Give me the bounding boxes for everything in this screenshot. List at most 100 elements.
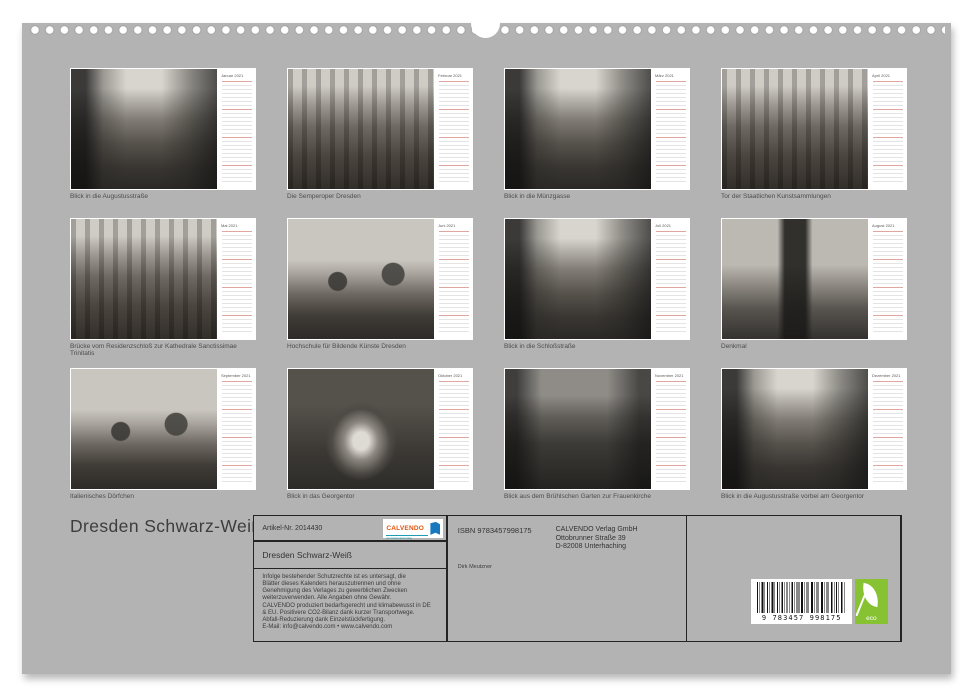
- day-lines: [656, 81, 686, 183]
- month-card-march: März 2021 Blick in die Münzgasse: [504, 68, 690, 218]
- legal-line: Abfall-Reduzierung dank Einzelstückferti…: [262, 617, 442, 624]
- month-label: April 2021: [869, 69, 906, 80]
- calendar-pad: Mai 2021: [218, 219, 255, 339]
- product-info-table: Artikel-Nr. 2014430 CALVENDO der Kalende…: [253, 515, 902, 642]
- month-label: Dezember 2021: [869, 369, 906, 380]
- month-label: Oktober 2021: [435, 369, 472, 380]
- month-caption: Blick aus dem Brühlschen Garten zur Frau…: [504, 493, 690, 500]
- month-photo: [71, 219, 217, 339]
- calvendo-flag-icon: [430, 522, 440, 535]
- month-card-december: Dezember 2021 Blick in die Augustusstraß…: [721, 368, 907, 518]
- month-caption: Die Semperoper Dresden: [287, 193, 473, 200]
- day-lines: [222, 381, 252, 483]
- day-lines: [873, 381, 903, 483]
- month-label: Februar 2021: [435, 69, 472, 80]
- ean-barcode: 9 783457 998175: [751, 579, 852, 624]
- legal-line: Infolge bestehender Schutzrechte ist es …: [262, 574, 442, 581]
- calendar-back-page: Januar 2021 Blick in die Augustusstraße …: [22, 23, 951, 674]
- month-card-october: Oktober 2021 Blick in das Georgentor: [287, 368, 473, 518]
- month-label: Mai 2021: [218, 219, 255, 230]
- month-card-april: April 2021 Tor der Staatlichen Kunstsamm…: [721, 68, 907, 218]
- calendar-pad: September 2021: [218, 369, 255, 489]
- calendar-pad: November 2021: [652, 369, 689, 489]
- barcode-bars: [757, 582, 846, 613]
- month-card-november: November 2021 Blick aus dem Brühlschen G…: [504, 368, 690, 518]
- month-card-may: Mai 2021 Brücke vom Residenzschloß zur K…: [70, 218, 256, 368]
- product-title-row: Dresden Schwarz-Weiß: [254, 542, 446, 568]
- page-title: Dresden Schwarz-Weiß: [70, 516, 262, 537]
- month-caption: Tor der Staatlichen Kunstsammlungen: [721, 193, 907, 200]
- calendar-pad: August 2021: [869, 219, 906, 339]
- month-caption: Denkmal: [721, 343, 907, 350]
- day-lines: [873, 81, 903, 183]
- month-photo: [288, 69, 434, 189]
- photographer-name: Dirk Meutzner: [458, 564, 680, 570]
- info-left-column: Artikel-Nr. 2014430 CALVENDO der Kalende…: [254, 516, 446, 640]
- day-lines: [222, 231, 252, 333]
- calendar-pad: Januar 2021: [218, 69, 255, 189]
- month-caption: Blick in das Georgentor: [287, 493, 473, 500]
- publisher-city: D-82008 Unterhaching: [556, 543, 638, 551]
- legal-line: Genehmigung des Verlages zu gewerblichen…: [262, 588, 442, 595]
- barcode-number: 9 783457 998175: [757, 614, 846, 622]
- calvendo-logo-wordmark: CALVENDO: [386, 525, 424, 532]
- month-photo: [505, 369, 651, 489]
- calendar-pad: Juli 2021: [652, 219, 689, 339]
- day-lines: [656, 381, 686, 483]
- month-card-january: Januar 2021 Blick in die Augustusstraße: [70, 68, 256, 218]
- month-photo: [722, 219, 868, 339]
- month-photo: [71, 369, 217, 489]
- month-caption: Brücke vom Residenzschloß zur Kathedrale…: [70, 343, 256, 358]
- calendar-pad: Oktober 2021: [435, 369, 472, 489]
- calendar-pad: Februar 2021: [435, 69, 472, 189]
- calvendo-logo-subtext: der Kalenderverlag: [386, 535, 428, 540]
- calvendo-logo: CALVENDO der Kalenderverlag: [383, 519, 443, 538]
- isbn-number: ISBN 9783457998175: [458, 526, 532, 551]
- hanger-notch: [471, 9, 500, 38]
- month-thumbnails-grid: Januar 2021 Blick in die Augustusstraße …: [70, 68, 907, 518]
- month-photo: [288, 369, 434, 489]
- month-caption: Italienisches Dörfchen: [70, 493, 256, 500]
- month-card-february: Februar 2021 Die Semperoper Dresden: [287, 68, 473, 218]
- day-lines: [439, 231, 469, 333]
- article-number-row: Artikel-Nr. 2014430 CALVENDO der Kalende…: [254, 516, 446, 540]
- month-label: März 2021: [652, 69, 689, 80]
- month-photo: [505, 219, 651, 339]
- legal-notice-box: Infolge bestehender Schutzrechte ist es …: [254, 569, 446, 640]
- month-caption: Blick in die Augustusstraße: [70, 193, 256, 200]
- month-caption: Hochschule für Bildende Künste Dresden: [287, 343, 473, 350]
- month-label: August 2021: [869, 219, 906, 230]
- day-lines: [439, 81, 469, 183]
- month-label: Januar 2021: [218, 69, 255, 80]
- legal-line: & EU. Positivere CO2-Bilanz dank kurzer …: [262, 610, 442, 617]
- product-title: Dresden Schwarz-Weiß: [262, 550, 352, 560]
- month-card-september: September 2021 Italienisches Dörfchen: [70, 368, 256, 518]
- calendar-pad: März 2021: [652, 69, 689, 189]
- month-label: Juli 2021: [652, 219, 689, 230]
- month-photo: [722, 69, 868, 189]
- month-photo: [288, 219, 434, 339]
- barcode-box: 9 783457 998175 eco: [687, 516, 900, 640]
- calendar-pad: Juni 2021: [435, 219, 472, 339]
- eco-logo: eco: [855, 579, 888, 624]
- month-photo: [71, 69, 217, 189]
- month-label: November 2021: [652, 369, 689, 380]
- month-caption: Blick in die Münzgasse: [504, 193, 690, 200]
- legal-line: weiterzuverwenden. Alle Angaben ohne Gew…: [262, 595, 442, 602]
- month-card-august: August 2021 Denkmal: [721, 218, 907, 368]
- month-card-july: Juli 2021 Blick in die Schloßstraße: [504, 218, 690, 368]
- day-lines: [222, 81, 252, 183]
- month-photo: [505, 69, 651, 189]
- leaf-stem: [856, 587, 869, 615]
- month-label: September 2021: [218, 369, 255, 380]
- article-number: Artikel-Nr. 2014430: [262, 525, 322, 532]
- day-lines: [873, 231, 903, 333]
- publisher-street: Ottobrunner Straße 39: [556, 535, 638, 543]
- publisher-name: CALVENDO Verlag GmbH: [556, 526, 638, 534]
- isbn-publisher-box: ISBN 9783457998175 CALVENDO Verlag GmbH …: [448, 516, 686, 640]
- calendar-pad: April 2021: [869, 69, 906, 189]
- month-label: Juni 2021: [435, 219, 472, 230]
- month-card-june: Juni 2021 Hochschule für Bildende Künste…: [287, 218, 473, 368]
- legal-line: E-Mail: info@calvendo.com • www.calvendo…: [262, 624, 442, 631]
- month-caption: Blick in die Schloßstraße: [504, 343, 690, 350]
